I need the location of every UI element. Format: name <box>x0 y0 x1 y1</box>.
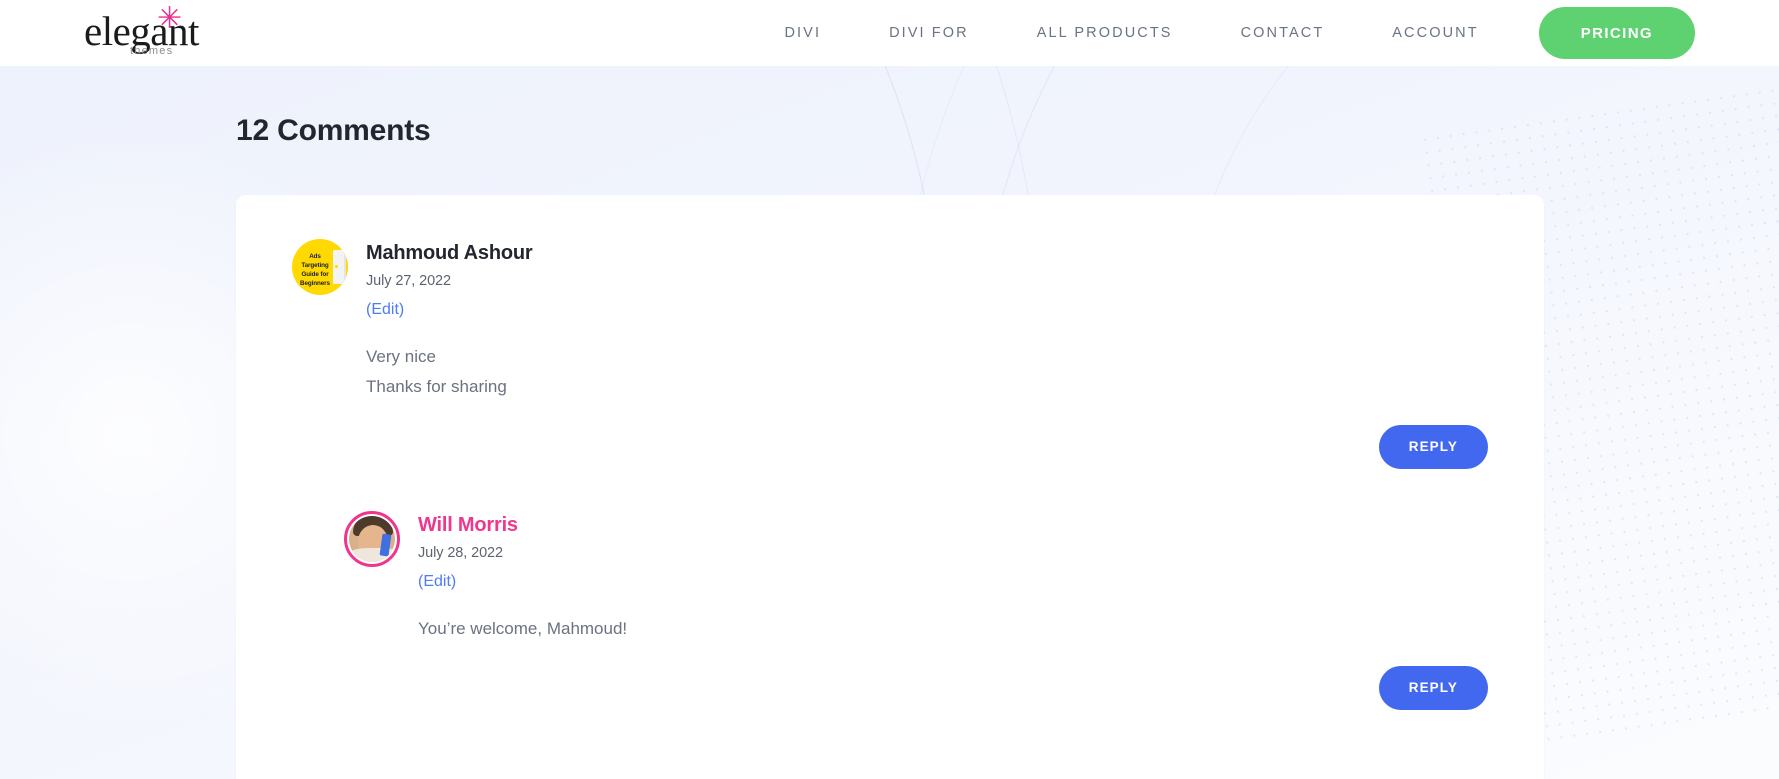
avatar-photo <box>349 515 395 562</box>
avatar: Ads Targeting Guide for Beginners <box>292 239 348 295</box>
reply-row: REPLY <box>344 665 1488 710</box>
comment-item-reply: Will Morris July 28, 2022 (Edit) You’re … <box>344 510 1488 710</box>
nav-item-divi-for[interactable]: DIVI FOR <box>855 25 1003 41</box>
comment-meta: Will Morris July 28, 2022 (Edit) <box>418 511 518 591</box>
logo-subtext: themes <box>130 45 174 57</box>
comments-card: Ads Targeting Guide for Beginners Mahmou… <box>236 195 1544 779</box>
elegant-themes-logo[interactable]: elegant ✳ themes <box>84 4 202 58</box>
comment-date: July 27, 2022 <box>366 273 451 289</box>
door-knob-icon <box>335 265 338 268</box>
nav-item-contact[interactable]: CONTACT <box>1207 25 1359 41</box>
nav-item-all-products[interactable]: ALL PRODUCTS <box>1003 25 1207 41</box>
nav-item-account[interactable]: ACCOUNT <box>1358 25 1512 41</box>
comment-body-line: Thanks for sharing <box>366 377 507 397</box>
main-content: 12 Comments Ads Targeting Guide for Begi… <box>0 114 1779 779</box>
nav-item-divi[interactable]: DIVI <box>750 25 855 41</box>
pricing-button[interactable]: PRICING <box>1538 7 1695 59</box>
avatar <box>344 510 400 567</box>
comment-header: Ads Targeting Guide for Beginners Mahmou… <box>292 239 1488 319</box>
edit-comment-link[interactable]: (Edit) <box>418 573 456 591</box>
asterisk-icon: ✳ <box>157 1 183 36</box>
site-header: elegant ✳ themes DIVI DIVI FOR ALL PRODU… <box>0 0 1779 66</box>
comment-body: Very nice Thanks for sharing <box>292 342 1488 403</box>
avatar-label: Ads Targeting Guide for Beginners <box>300 253 330 287</box>
comment-date: July 28, 2022 <box>418 544 503 561</box>
main-navigation: DIVI DIVI FOR ALL PRODUCTS CONTACT ACCOU… <box>750 7 1779 59</box>
comment-body-line: Very nice <box>366 347 436 366</box>
comment-item: Ads Targeting Guide for Beginners Mahmou… <box>292 239 1488 469</box>
comment-author-name: Mahmoud Ashour <box>366 242 533 264</box>
comments-count-heading: 12 Comments <box>236 114 431 147</box>
edit-comment-link[interactable]: (Edit) <box>366 301 404 319</box>
comment-author-name: Will Morris <box>418 513 518 536</box>
comment-body: You’re welcome, Mahmoud! <box>344 614 1488 644</box>
comment-header: Will Morris July 28, 2022 (Edit) <box>344 510 1488 591</box>
reply-button[interactable]: REPLY <box>1378 665 1488 710</box>
comment-body-line: You’re welcome, Mahmoud! <box>418 618 628 638</box>
reply-row: REPLY <box>292 424 1488 469</box>
reply-button[interactable]: REPLY <box>1378 424 1488 469</box>
comment-meta: Mahmoud Ashour July 27, 2022 (Edit) <box>366 239 533 319</box>
